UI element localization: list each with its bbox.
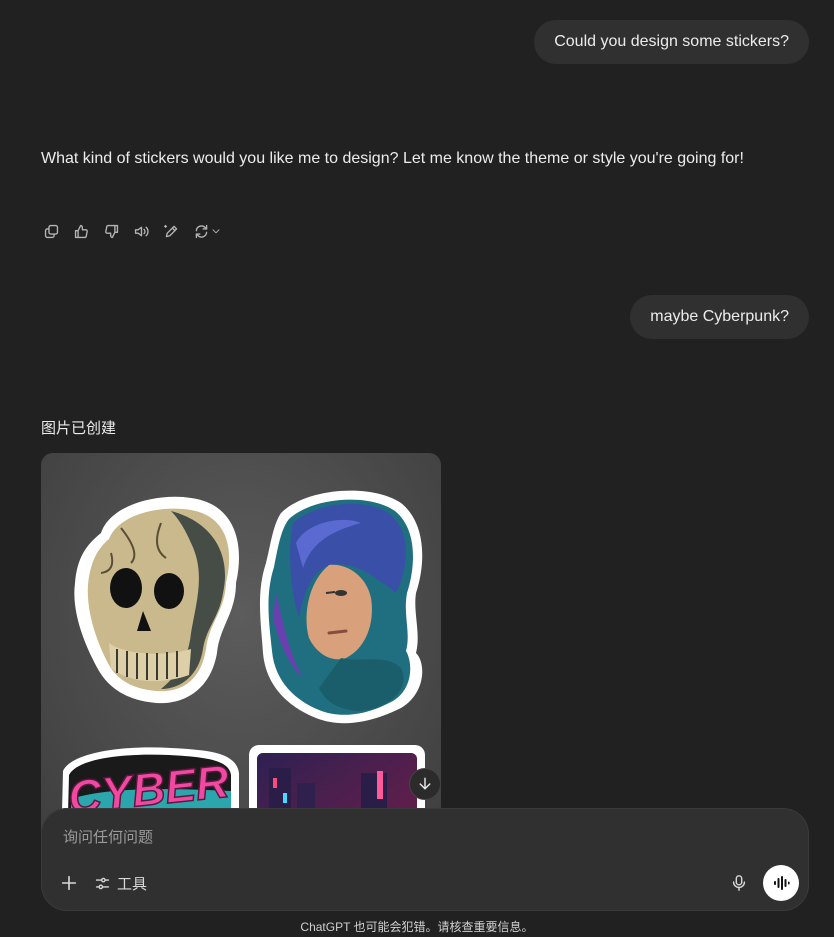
copy-icon — [44, 224, 58, 238]
voice-mode-button[interactable] — [763, 865, 799, 901]
add-attachment-button[interactable] — [57, 871, 81, 895]
prompt-input[interactable] — [61, 824, 765, 850]
thumbs-up-button[interactable] — [70, 220, 92, 242]
user-message-bubble: maybe Cyberpunk? — [630, 295, 809, 339]
read-aloud-button[interactable] — [130, 220, 152, 242]
plus-icon — [61, 875, 77, 891]
tools-label: 工具 — [117, 875, 148, 893]
regenerate-button[interactable] — [190, 220, 224, 242]
regenerate-icon — [195, 224, 207, 238]
message-actions — [40, 220, 224, 242]
voice-waveform-icon — [774, 876, 790, 890]
user-message-text: maybe Cyberpunk? — [650, 308, 789, 325]
dictate-button[interactable] — [727, 871, 751, 895]
portrait-sticker — [259, 490, 423, 724]
generated-image[interactable]: CYBER — [41, 453, 441, 853]
disclaimer-footer: ChatGPT 也可能会犯错。请核查重要信息。 — [300, 920, 534, 934]
message-composer: 工具 — [41, 808, 809, 911]
copy-button[interactable] — [40, 220, 62, 242]
image-created-label: 图片已创建 — [41, 420, 117, 437]
assistant-message-text: What kind of stickers would you like me … — [41, 150, 744, 167]
skull-sticker — [74, 496, 239, 704]
download-image-button[interactable] — [409, 768, 441, 800]
sticker-sheet-image: CYBER — [61, 490, 425, 853]
assistant-message: What kind of stickers would you like me … — [41, 145, 801, 173]
thumbs-down-button[interactable] — [100, 220, 122, 242]
tools-button[interactable]: 工具 — [94, 870, 147, 896]
microphone-icon — [732, 875, 746, 891]
sliders-icon — [95, 877, 110, 889]
read-aloud-icon — [134, 226, 149, 236]
edit-button[interactable] — [160, 220, 182, 242]
thumbs-down-icon — [104, 224, 118, 238]
edit-icon — [163, 224, 177, 237]
thumbs-up-icon — [74, 224, 88, 238]
user-message-text: Could you design some stickers? — [554, 33, 789, 50]
arrow-down-icon — [419, 777, 431, 790]
user-message-bubble: Could you design some stickers? — [534, 20, 809, 64]
chevron-down-icon — [212, 229, 219, 234]
